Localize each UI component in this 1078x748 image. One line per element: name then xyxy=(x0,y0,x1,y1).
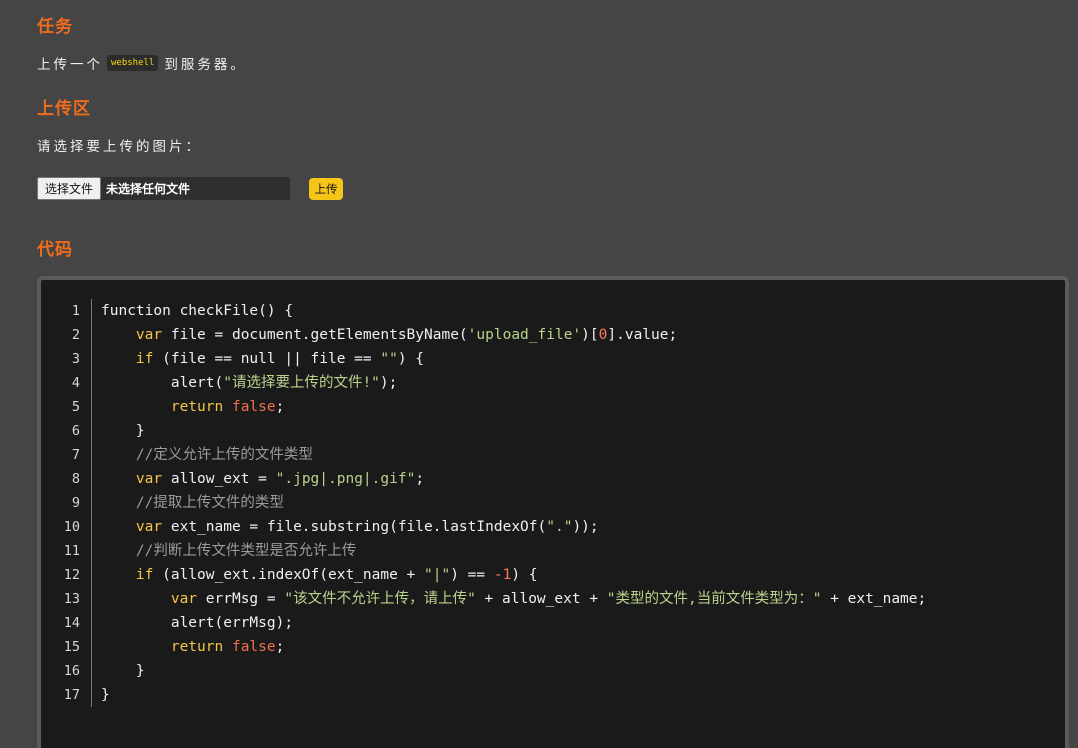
task-description: 上传一个 webshell 到服务器。 xyxy=(37,53,247,73)
line-number: 3 xyxy=(71,351,80,367)
code-content: function checkFile() { var file = docume… xyxy=(101,299,926,707)
choose-file-button[interactable]: 选择文件 xyxy=(37,177,102,200)
webshell-code: webshell xyxy=(107,55,159,71)
code-line: alert(errMsg); xyxy=(101,615,294,631)
code-line: //提取上传文件的类型 xyxy=(135,495,284,511)
code-line: return false; xyxy=(170,399,285,415)
code-line: var errMsg = "该文件不允许上传，请上传" + allow_ext … xyxy=(170,591,927,607)
upload-prompt: 请选择要上传的图片： xyxy=(37,139,202,155)
code-heading: 代码 xyxy=(37,240,73,260)
code-line: return false; xyxy=(170,639,285,655)
task-heading: 任务 xyxy=(37,17,73,37)
line-number: 1 xyxy=(71,303,80,319)
task-text-before: 上传一个 xyxy=(37,57,103,73)
line-number-gutter: 1 2 3 4 5 6 7 8 9 10 11 12 13 14 15 16 17 xyxy=(41,299,92,707)
code-line: var ext_name = file.substring(file.lastI… xyxy=(135,519,599,535)
code-line: function checkFile() { xyxy=(101,303,294,319)
line-number: 15 xyxy=(63,639,80,655)
line-number: 14 xyxy=(63,615,80,631)
line-number: 17 xyxy=(63,687,80,703)
line-number: 10 xyxy=(63,519,80,535)
code-line: } xyxy=(101,663,145,679)
code-line: } xyxy=(101,687,110,703)
line-number: 2 xyxy=(71,327,80,343)
line-number: 5 xyxy=(71,399,80,415)
line-number: 6 xyxy=(71,423,80,439)
code-line: //定义允许上传的文件类型 xyxy=(135,447,313,463)
upload-heading: 上传区 xyxy=(37,99,91,119)
code-line: //判断上传文件类型是否允许上传 xyxy=(135,543,357,559)
upload-button[interactable]: 上传 xyxy=(309,178,343,200)
line-number: 9 xyxy=(71,495,80,511)
file-status-text: 未选择任何文件 xyxy=(106,182,191,196)
line-number: 11 xyxy=(63,543,80,559)
code-line: alert("请选择要上传的文件!"); xyxy=(101,375,398,391)
code-line: if (allow_ext.indexOf(ext_name + "|") ==… xyxy=(135,567,538,583)
task-text-after: 到服务器。 xyxy=(164,57,247,73)
code-line: var file = document.getElementsByName('u… xyxy=(135,327,678,343)
line-number: 8 xyxy=(71,471,80,487)
line-number: 13 xyxy=(63,591,80,607)
line-number: 4 xyxy=(71,375,80,391)
code-block: 1 2 3 4 5 6 7 8 9 10 11 12 13 14 15 16 17 function check… xyxy=(37,276,1069,748)
code-line: if (file == null || file == "") { xyxy=(135,351,425,367)
line-number: 7 xyxy=(71,447,80,463)
line-number: 16 xyxy=(63,663,80,679)
code-line: var allow_ext = ".jpg|.png|.gif"; xyxy=(135,471,425,487)
code-line: } xyxy=(101,423,145,439)
line-number: 12 xyxy=(63,567,80,583)
file-input[interactable]: 选择文件 未选择任何文件 xyxy=(37,177,290,200)
